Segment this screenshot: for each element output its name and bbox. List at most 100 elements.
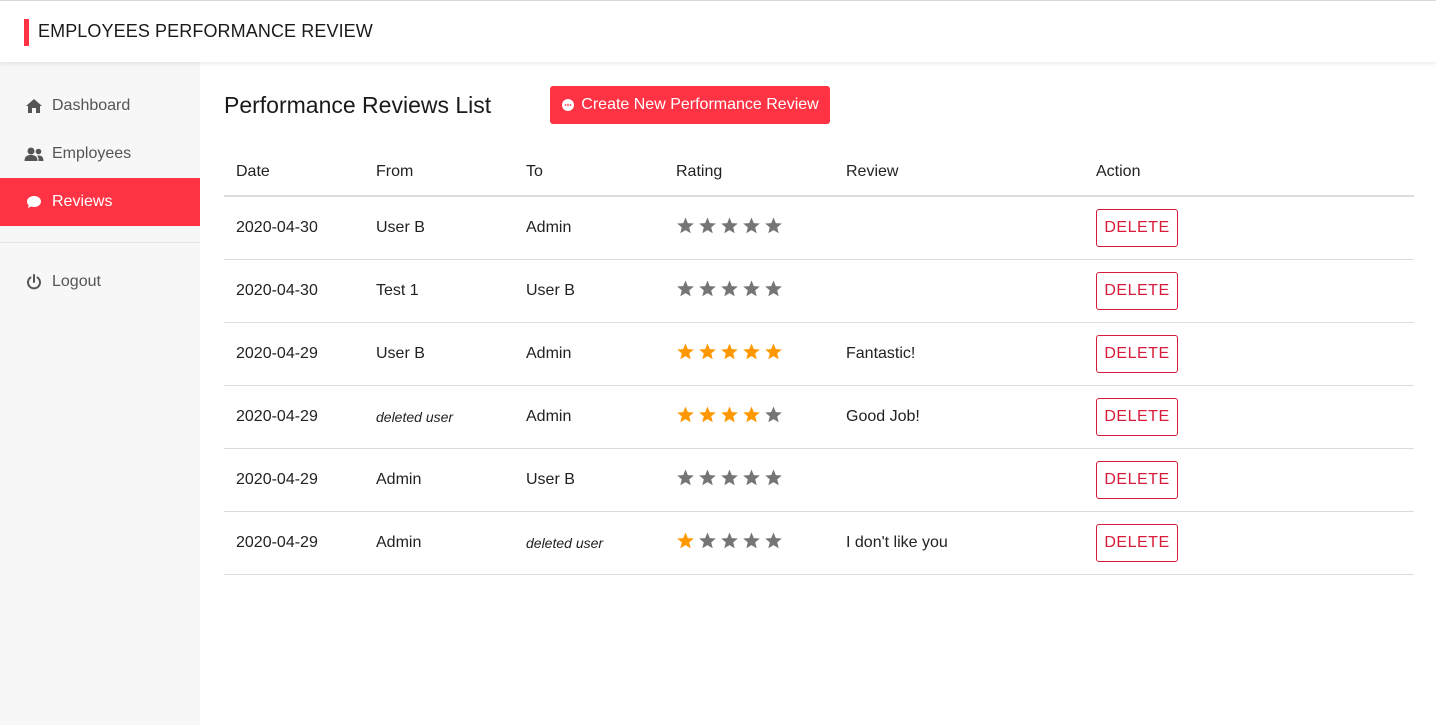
star-empty-icon bbox=[743, 280, 760, 296]
sidebar-item-employees[interactable]: Employees bbox=[0, 130, 200, 178]
star-empty-icon bbox=[721, 280, 738, 296]
cell-review: Good Job! bbox=[834, 385, 1084, 449]
star-empty-icon bbox=[677, 217, 694, 234]
app-title: EMPLOYEES PERFORMANCE REVIEW bbox=[38, 21, 373, 41]
column-header-review: Review bbox=[834, 148, 1084, 197]
star-empty-icon bbox=[765, 532, 782, 548]
cell-review bbox=[834, 448, 1084, 512]
table-row: 2020-04-29 deleted user Admin Good Job! DELE… bbox=[224, 385, 1414, 449]
cell-action: DELETE bbox=[1084, 322, 1414, 386]
star-filled-icon bbox=[677, 532, 694, 548]
cell-rating bbox=[664, 196, 834, 260]
cell-to: Admin bbox=[514, 385, 664, 449]
delete-button[interactable]: DELETE bbox=[1096, 334, 1178, 373]
cell-action: DELETE bbox=[1084, 448, 1414, 512]
cell-date: 2020-04-29 bbox=[224, 322, 364, 386]
star-rating bbox=[676, 405, 783, 424]
delete-button[interactable]: DELETE bbox=[1096, 271, 1178, 310]
cell-rating bbox=[664, 448, 834, 512]
sidebar-item-label: Dashboard bbox=[52, 97, 131, 114]
sidebar-item-logout[interactable]: Logout bbox=[0, 258, 200, 306]
column-header-action: Action bbox=[1084, 148, 1414, 197]
star-rating bbox=[676, 216, 783, 235]
cell-rating bbox=[664, 385, 834, 449]
cell-review: Fantastic! bbox=[834, 322, 1084, 386]
delete-button[interactable]: DELETE bbox=[1096, 523, 1178, 562]
table-header-row: Date From To Rating Review Action bbox=[224, 148, 1414, 197]
star-empty-icon bbox=[677, 280, 694, 296]
cell-from: Test 1 bbox=[364, 259, 514, 323]
cell-to: User B bbox=[514, 259, 664, 323]
sidebar-item-label: Reviews bbox=[52, 193, 113, 210]
star-empty-icon bbox=[721, 469, 738, 485]
top-bar: EMPLOYEES PERFORMANCE REVIEW bbox=[0, 0, 1436, 62]
cell-action: DELETE bbox=[1084, 385, 1414, 449]
sidebar-divider bbox=[0, 242, 200, 243]
page-title: Performance Reviews List bbox=[224, 92, 492, 118]
delete-button[interactable]: DELETE bbox=[1096, 397, 1178, 436]
cell-action: DELETE bbox=[1084, 511, 1414, 575]
cell-review bbox=[834, 259, 1084, 323]
table-row: 2020-04-29 Admin User B DELETE bbox=[224, 448, 1414, 512]
cell-to: Admin bbox=[514, 322, 664, 386]
sidebar: Dashboard Employees Reviews Logout bbox=[0, 62, 200, 725]
home-icon bbox=[24, 96, 44, 116]
cell-review bbox=[834, 196, 1084, 260]
star-empty-icon bbox=[765, 469, 782, 485]
star-empty-icon bbox=[765, 406, 782, 422]
star-rating bbox=[676, 342, 783, 361]
cell-action: DELETE bbox=[1084, 259, 1414, 323]
table-row: 2020-04-30 User B Admin DELETE bbox=[224, 196, 1414, 260]
star-empty-icon bbox=[765, 217, 782, 234]
column-header-date: Date bbox=[224, 148, 364, 197]
star-rating bbox=[676, 468, 783, 487]
cell-to: User B bbox=[514, 448, 664, 512]
delete-button[interactable]: DELETE bbox=[1096, 208, 1178, 247]
brand-accent-bar bbox=[24, 19, 29, 46]
create-review-button[interactable]: Create New Performance Review bbox=[550, 86, 830, 124]
cell-from: Admin bbox=[364, 448, 514, 512]
reviews-table: Date From To Rating Review Action 2020-0… bbox=[224, 148, 1414, 575]
sidebar-item-label: Employees bbox=[52, 145, 132, 162]
column-header-from: From bbox=[364, 148, 514, 197]
delete-button[interactable]: DELETE bbox=[1096, 460, 1178, 499]
star-empty-icon bbox=[699, 217, 716, 234]
star-empty-icon bbox=[743, 217, 760, 234]
users-icon bbox=[24, 144, 44, 164]
power-icon bbox=[24, 272, 44, 292]
star-rating bbox=[676, 279, 783, 298]
cell-date: 2020-04-30 bbox=[224, 259, 364, 323]
star-filled-icon bbox=[721, 343, 738, 359]
chat-bubble-icon bbox=[24, 192, 44, 212]
star-filled-icon bbox=[743, 406, 760, 422]
sidebar-item-label: Logout bbox=[52, 273, 101, 290]
sidebar-item-reviews[interactable]: Reviews bbox=[0, 178, 200, 226]
star-filled-icon bbox=[677, 406, 694, 422]
cell-from: deleted user bbox=[364, 385, 514, 449]
star-filled-icon bbox=[765, 343, 782, 359]
star-empty-icon bbox=[699, 532, 716, 548]
star-empty-icon bbox=[699, 469, 716, 485]
table-row: 2020-04-29 Admin deleted user I don't like … bbox=[224, 511, 1414, 575]
cell-rating bbox=[664, 322, 834, 386]
cell-review: I don't like you bbox=[834, 511, 1084, 575]
cell-to: deleted user bbox=[514, 511, 664, 575]
sidebar-item-dashboard[interactable]: Dashboard bbox=[0, 82, 200, 130]
star-filled-icon bbox=[699, 343, 716, 359]
star-empty-icon bbox=[743, 469, 760, 485]
star-filled-icon bbox=[699, 406, 716, 422]
star-rating bbox=[676, 531, 783, 550]
column-header-to: To bbox=[514, 148, 664, 197]
cell-rating bbox=[664, 259, 834, 323]
cell-action: DELETE bbox=[1084, 196, 1414, 260]
star-empty-icon bbox=[721, 217, 738, 234]
cell-date: 2020-04-30 bbox=[224, 196, 364, 260]
column-header-rating: Rating bbox=[664, 148, 834, 197]
star-empty-icon bbox=[765, 280, 782, 296]
star-empty-icon bbox=[721, 532, 738, 548]
star-empty-icon bbox=[743, 532, 760, 548]
star-empty-icon bbox=[677, 469, 694, 485]
table-row: 2020-04-29 User B Admin Fantastic! DELETE bbox=[224, 322, 1414, 386]
cell-date: 2020-04-29 bbox=[224, 511, 364, 575]
cell-date: 2020-04-29 bbox=[224, 448, 364, 512]
